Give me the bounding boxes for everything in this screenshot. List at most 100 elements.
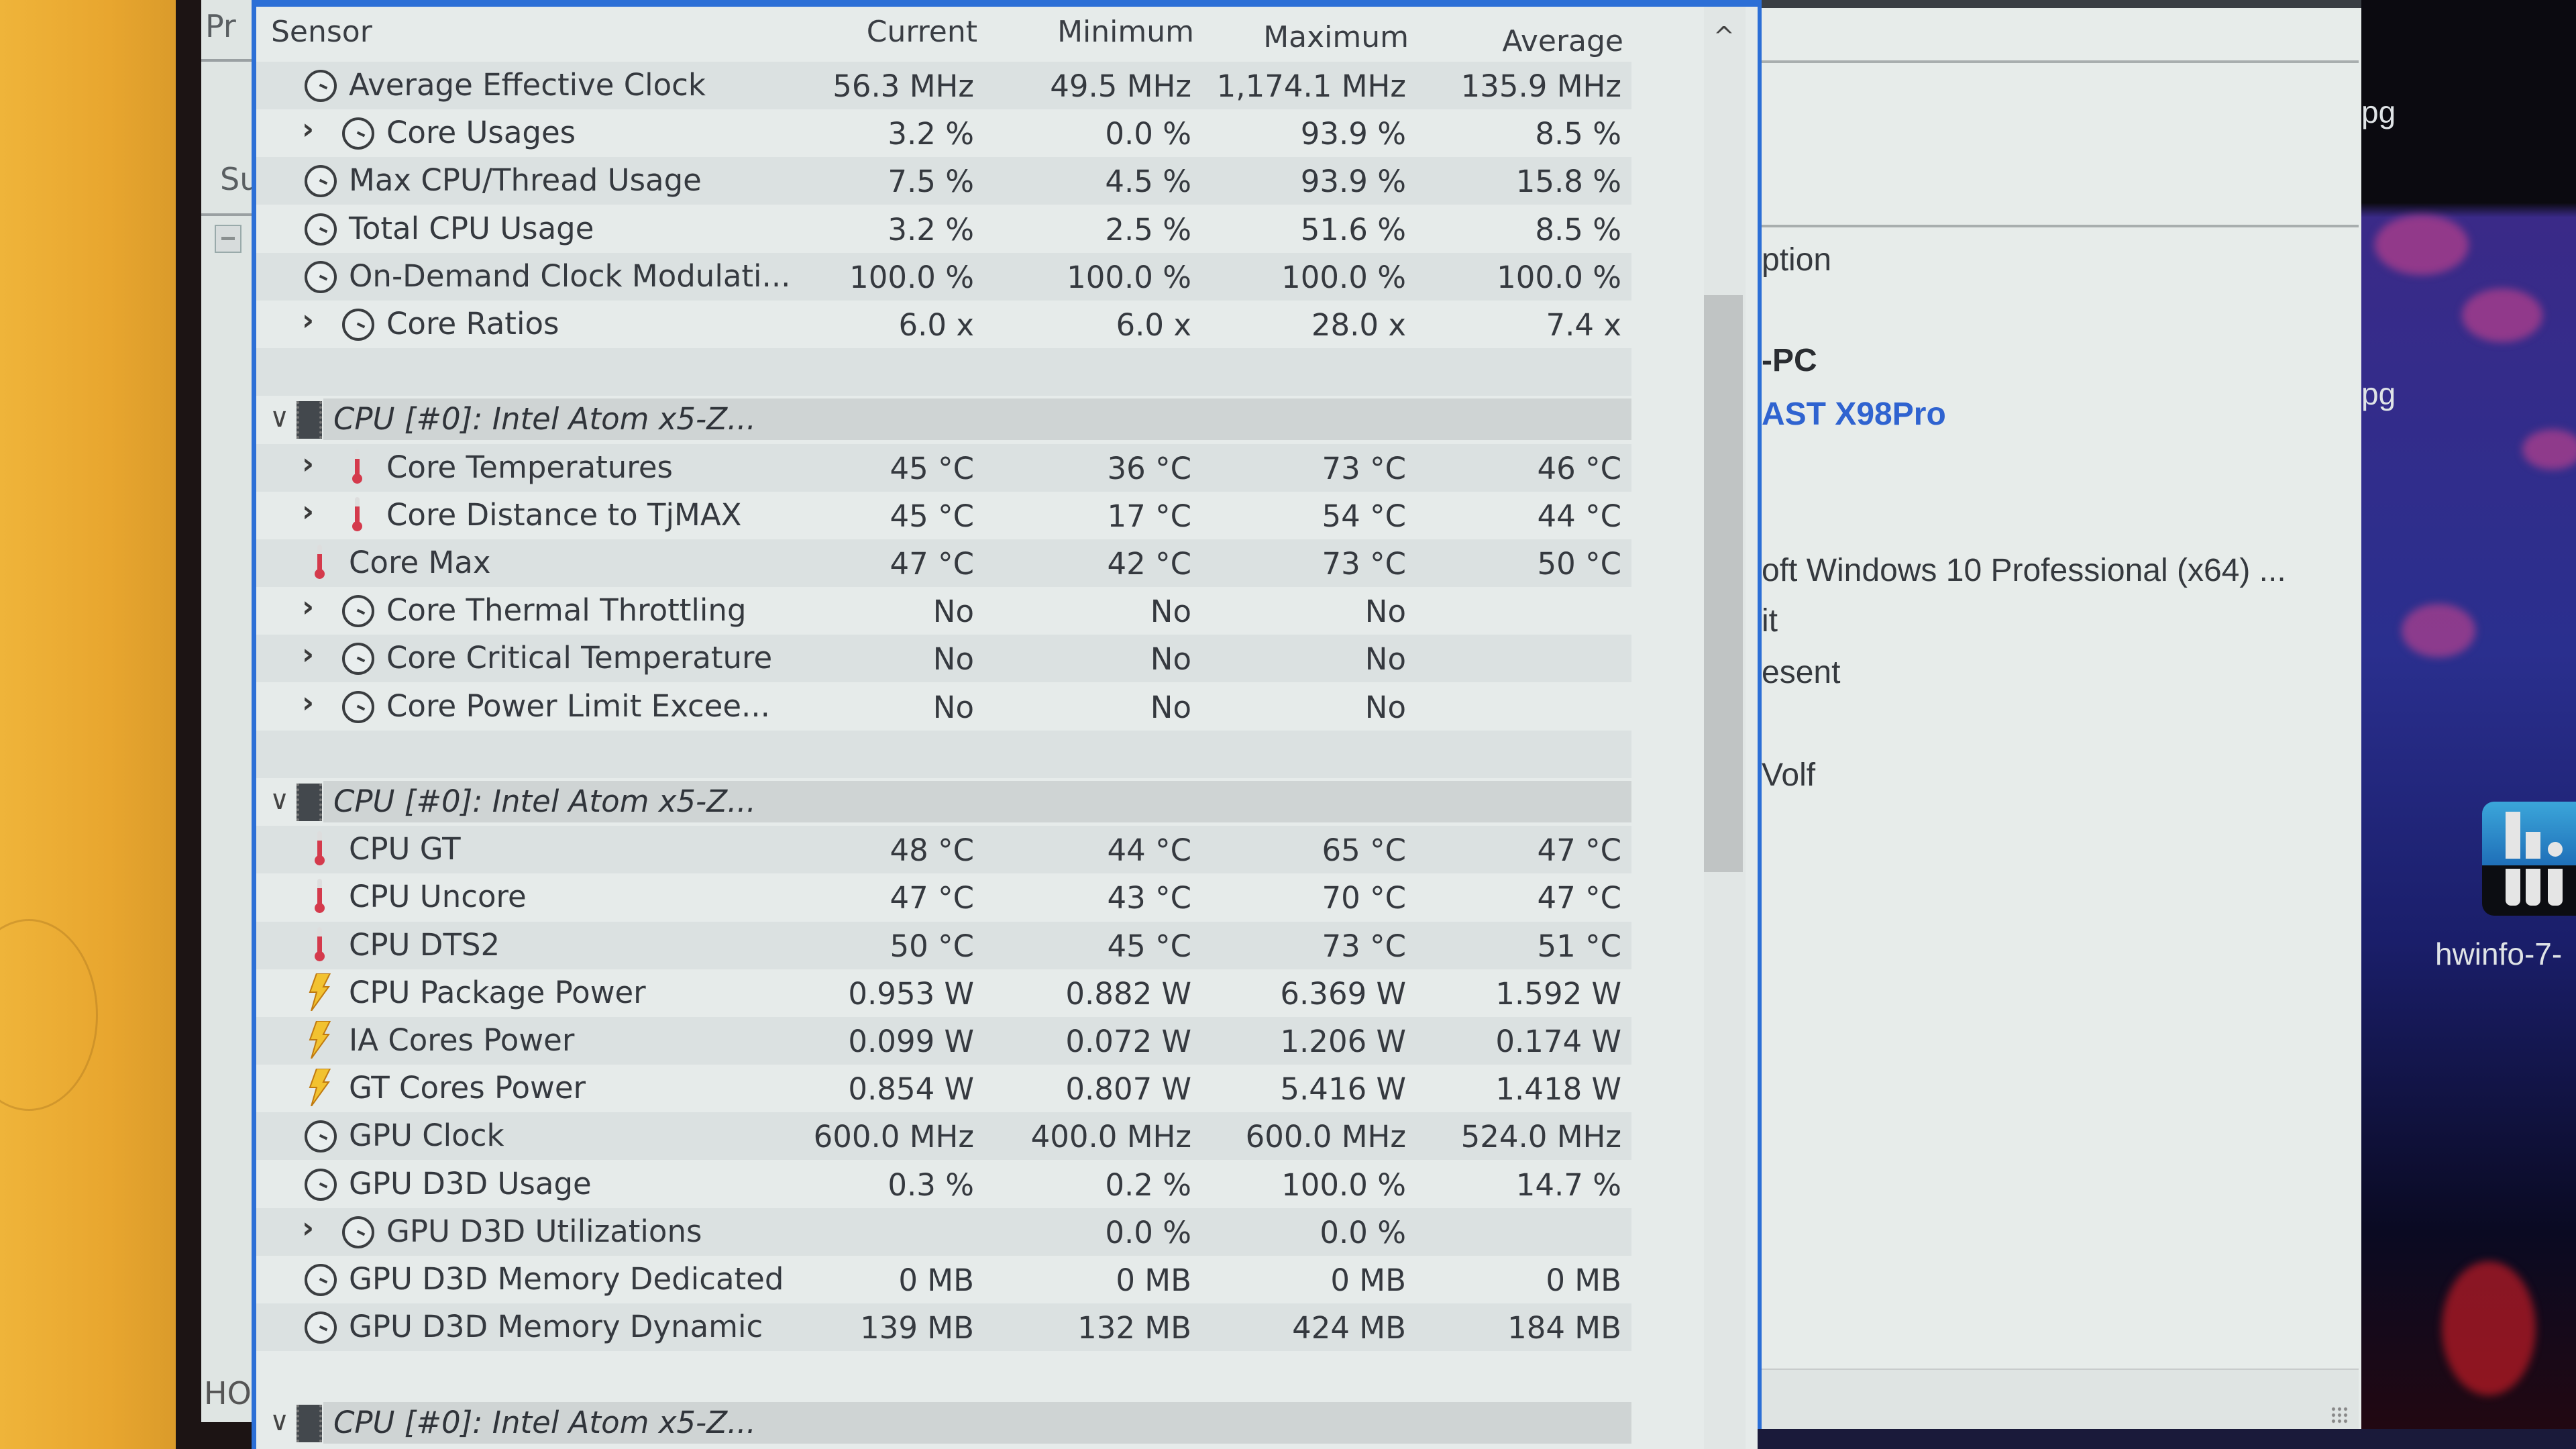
value-maximum: 54 °C <box>1322 498 1407 534</box>
sensor-group-header[interactable]: ∨ CPU [#0]: Intel Atom x5-Z... <box>256 778 1631 826</box>
sensor-name: Core Temperatures <box>386 449 673 485</box>
sensor-name: Core Ratios <box>386 306 559 341</box>
clock-icon <box>305 1120 337 1153</box>
sensor-row[interactable]: GPU D3D Memory Dynamic 139 MB 132 MB 424 MB… <box>256 1303 1631 1352</box>
sensor-row[interactable]: CPU DTS2 50 °C 45 °C 73 °C 51 °C <box>256 921 1631 969</box>
clock-icon <box>305 1264 337 1296</box>
value-maximum: 65 °C <box>1322 833 1407 869</box>
value-average: 0 MB <box>1546 1263 1621 1298</box>
value-maximum: 73 °C <box>1322 450 1407 486</box>
value-current: 48 °C <box>890 833 975 869</box>
value-minimum: 36 °C <box>1107 450 1192 486</box>
sensor-row[interactable]: CPU GT 48 °C 44 °C 65 °C 47 °C <box>256 826 1631 874</box>
sensor-name: Max CPU/Thread Usage <box>349 162 702 199</box>
desktop-icon-label[interactable]: pg <box>2361 376 2396 412</box>
background-tab-fragment[interactable]: Pr <box>205 8 236 44</box>
column-header-minimum[interactable]: Minimum <box>1020 15 1194 62</box>
value-maximum: 5.416 W <box>1280 1071 1406 1108</box>
chevron-right-icon[interactable]: › <box>302 112 314 146</box>
value-minimum: 17 °C <box>1107 498 1192 534</box>
sensor-row[interactable]: Core Max 47 °C 42 °C 73 °C 50 °C <box>256 539 1631 587</box>
value-average: 44 °C <box>1537 498 1622 534</box>
sensor-row[interactable]: CPU Package Power 0.953 W 0.882 W 6.369 W 1.… <box>256 969 1631 1017</box>
sensor-name: Core Thermal Throttling <box>386 592 747 629</box>
hwinfo-app-icon[interactable] <box>2482 802 2576 916</box>
sensor-name: CPU GT <box>349 831 461 867</box>
value-minimum: 0 MB <box>1116 1263 1191 1298</box>
clock-icon <box>305 260 337 293</box>
chevron-right-icon[interactable]: › <box>302 303 314 337</box>
wallpaper-petal <box>2522 429 2576 470</box>
sensor-row[interactable]: CPU Uncore 47 °C 43 °C 70 °C 47 °C <box>256 873 1631 921</box>
chevron-right-icon[interactable]: › <box>302 1211 314 1245</box>
value-current: 139 MB <box>860 1310 974 1346</box>
status-bar <box>1762 1368 2359 1430</box>
sensor-row[interactable]: › GPU D3D Utilizations 0.0 % 0.0 % <box>256 1208 1631 1256</box>
system-summary-window: ption -PC AST X98Pro oft Windows 10 Prof… <box>1758 0 2365 1430</box>
desktop-icon-label[interactable]: pg <box>2361 94 2396 130</box>
sensor-row[interactable]: › Core Ratios 6.0 x 6.0 x 28.0 x 7.4 x <box>256 301 1631 348</box>
value-maximum: 70 °C <box>1322 880 1407 916</box>
value-minimum: 0.0 % <box>1105 1214 1191 1250</box>
sensor-row[interactable]: › Core Usages 3.2 % 0.0 % 93.9 % 8.5 % <box>256 109 1631 157</box>
chevron-right-icon[interactable]: › <box>302 447 314 481</box>
sensor-row[interactable]: › Core Distance to TjMAX 45 °C 17 °C 54 °C 44… <box>256 492 1631 539</box>
chevron-down-icon[interactable]: ∨ <box>270 1406 289 1437</box>
sensor-name: GPU D3D Utilizations <box>386 1213 702 1249</box>
chevron-down-icon[interactable]: ∨ <box>270 785 289 816</box>
scroll-up-arrow-icon[interactable]: ^ <box>1713 21 1735 51</box>
sensor-row[interactable]: › Core Temperatures 45 °C 36 °C 73 °C 46 °C <box>256 443 1631 492</box>
clock-icon <box>342 595 374 628</box>
sensor-row[interactable]: Average Effective Clock 56.3 MHz 49.5 MHz 1… <box>256 62 1631 109</box>
power-bolt-icon <box>307 1068 331 1107</box>
screen-bezel <box>176 0 204 1449</box>
value-current: 0.3 % <box>888 1167 974 1203</box>
thermometer-icon <box>350 496 364 533</box>
value-minimum: 132 MB <box>1077 1310 1191 1346</box>
chevron-right-icon[interactable]: › <box>302 637 314 672</box>
sensor-group-header[interactable]: ∨ CPU [#0]: Intel Atom x5-Z... <box>256 396 1631 443</box>
column-header-maximum[interactable]: Maximum <box>1234 20 1409 67</box>
sensor-row[interactable]: IA Cores Power 0.099 W 0.072 W 1.206 W 0.174… <box>256 1017 1631 1065</box>
column-header-sensor[interactable]: Sensor <box>271 15 372 62</box>
clock-icon <box>342 643 374 676</box>
resize-grip-icon[interactable] <box>2330 1406 2348 1424</box>
computer-model-link[interactable]: AST X98Pro <box>1762 396 1946 433</box>
clock-icon <box>305 213 337 246</box>
collapse-button[interactable] <box>215 225 241 253</box>
sensor-row[interactable]: › Core Critical Temperature No No No <box>256 635 1631 683</box>
value-current: 0.854 W <box>848 1071 974 1108</box>
sensor-name: Core Distance to TjMAX <box>386 496 742 533</box>
sensor-row[interactable]: GPU D3D Usage 0.3 % 0.2 % 100.0 % 14.7 % <box>256 1161 1631 1208</box>
value-minimum: 49.5 MHz <box>1050 68 1191 104</box>
sensor-row[interactable]: › Core Power Limit Excee... No No No <box>256 683 1631 731</box>
desktop-wallpaper: pg pg hwinfo-7- <box>2361 0 2576 1449</box>
sensor-row[interactable]: GPU Clock 600.0 MHz 400.0 MHz 600.0 MHz 524.… <box>256 1112 1631 1161</box>
chevron-right-icon[interactable]: › <box>302 686 314 720</box>
sensor-row[interactable]: GPU D3D Memory Dedicated 0 MB 0 MB 0 MB 0 MB <box>256 1256 1631 1303</box>
clock-icon <box>342 1216 374 1248</box>
chevron-right-icon[interactable]: › <box>302 590 314 624</box>
value-average: 47 °C <box>1537 880 1622 916</box>
value-maximum: 1,174.1 MHz <box>1216 68 1406 104</box>
clock-icon <box>342 690 374 723</box>
hwinfo-icon-label[interactable]: hwinfo-7- <box>2435 936 2562 972</box>
sensor-row[interactable]: Total CPU Usage 3.2 % 2.5 % 51.6 % 8.5 % <box>256 205 1631 253</box>
value-maximum: 93.9 % <box>1300 164 1406 200</box>
value-minimum: 0.882 W <box>1065 975 1191 1012</box>
chevron-right-icon[interactable]: › <box>302 494 314 529</box>
wallpaper-petal <box>2375 215 2469 275</box>
sensor-row[interactable]: Max CPU/Thread Usage 7.5 % 4.5 % 93.9 % 15.8… <box>256 157 1631 205</box>
sensor-row[interactable]: GT Cores Power 0.854 W 0.807 W 5.416 W 1.418… <box>256 1065 1631 1112</box>
column-header-current[interactable]: Current <box>803 15 977 62</box>
sensor-row[interactable]: › Core Thermal Throttling No No No <box>256 587 1631 635</box>
vertical-scrollbar[interactable]: ^ <box>1704 7 1746 1449</box>
wallpaper-glow <box>2442 1261 2536 1395</box>
value-current: 6.0 x <box>898 307 975 343</box>
value-average: 1.418 W <box>1495 1071 1621 1108</box>
sensor-row[interactable]: On-Demand Clock Modulati... 100.0 % 100.0 … <box>256 252 1631 301</box>
thermometer-icon <box>313 926 326 963</box>
chevron-down-icon[interactable]: ∨ <box>270 402 289 433</box>
scroll-thumb[interactable] <box>1704 295 1743 872</box>
sensor-group-header[interactable]: ∨ CPU [#0]: Intel Atom x5-Z... <box>256 1399 1631 1447</box>
